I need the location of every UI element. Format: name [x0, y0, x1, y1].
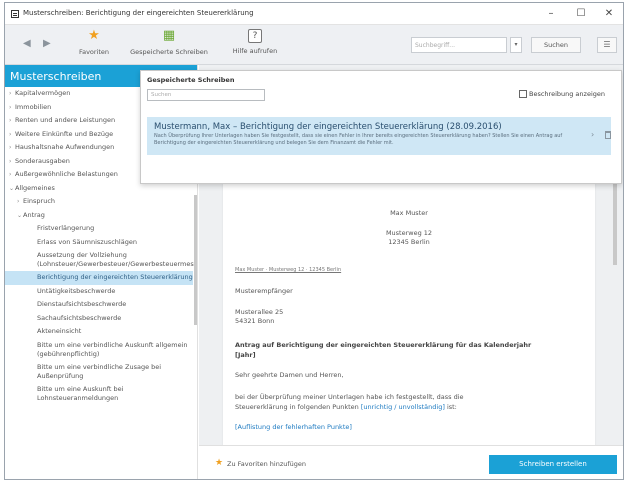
sidebar-item-label: Kapitalvermögen — [15, 89, 71, 97]
sidebar-item-label: Sachaufsichtsbeschwerde — [37, 313, 122, 322]
action-bar: ★ Zu Favoriten hinzufügen Schreiben erst… — [199, 445, 623, 479]
add-to-favorites-link[interactable]: Zu Favoriten hinzufügen — [227, 460, 306, 468]
subject-year: [Jahr] — [235, 351, 256, 359]
sidebar-item[interactable]: Dienstaufsichtsbeschwerde — [5, 298, 197, 312]
sidebar-item-label: Aussetzung der Vollziehung (Lohnsteuer/G… — [37, 251, 198, 268]
return-address-line: Max Muster · Musterweg 12 · 12345 Berlin — [235, 267, 342, 273]
star-icon: ★ — [88, 28, 100, 43]
sidebar-item[interactable]: Aussetzung der Vollziehung (Lohnsteuer/G… — [5, 249, 197, 271]
saved-letter-description: Nach Überprüfung Ihrer Unterlagen haben … — [154, 133, 563, 146]
chevron-right-icon[interactable]: › — [591, 130, 594, 139]
sidebar-item[interactable]: ⌄ Antrag — [5, 209, 197, 223]
window-title: Musterschreiben: Berichtigung der einger… — [23, 9, 254, 17]
back-arrow-icon[interactable]: ◀ — [23, 38, 31, 49]
sidebar-item-label: Außergewöhnliche Belastungen — [15, 170, 118, 178]
sidebar-item-label: Dienstaufsichtsbeschwerde — [37, 300, 127, 308]
greeting: Sehr geehrte Damen und Herren, — [235, 371, 344, 379]
body-line-2: Steuererklärung in folgenden Punkten [un… — [235, 403, 457, 411]
menu-icon[interactable]: ☰ — [597, 37, 617, 53]
sidebar-item-label: Bitte um eine Auskunft bei Lohnsteueranm… — [37, 384, 124, 402]
toolbar: ◀ ▶ ★ Favoriten ▦ Gespeicherte Schreiben… — [5, 25, 623, 65]
sidebar-item-label: Immobilien — [15, 102, 52, 111]
close-button[interactable]: ✕ — [597, 6, 621, 22]
search-button[interactable]: Suchen — [531, 37, 581, 53]
sidebar-item[interactable]: Akteneinsicht — [5, 325, 197, 339]
app-icon — [11, 10, 19, 18]
sidebar-item-label: Berichtigung der eingereichten Steuererk… — [37, 273, 193, 281]
sidebar-item[interactable]: Berichtigung der eingereichten Steuererk… — [5, 271, 193, 285]
sidebar-item-label: Akteneinsicht — [37, 327, 82, 335]
recipient-name: Musterempfänger — [235, 287, 293, 295]
chevron-right-icon[interactable]: › — [9, 141, 11, 155]
saved-letter-entry[interactable]: Mustermann, Max – Berichtigung der einge… — [147, 117, 611, 155]
sidebar-item[interactable]: › Einspruch — [5, 195, 197, 209]
sidebar-item[interactable]: Bitte um eine verbindliche Auskunft allg… — [5, 339, 197, 361]
popup-search-input[interactable]: Suchen — [147, 89, 265, 101]
chevron-right-icon[interactable]: › — [9, 101, 11, 115]
sidebar-item-label: Bitte um eine verbindliche Auskunft allg… — [37, 340, 188, 358]
search-input[interactable]: Suchbegriff... — [411, 37, 507, 53]
chevron-down-icon[interactable]: ⌄ — [9, 182, 14, 196]
show-description-label: Beschreibung anzeigen — [529, 90, 605, 98]
sidebar-item-label: Allgemeines — [15, 183, 55, 192]
sender-city: 12345 Berlin — [388, 238, 430, 246]
body-line-2-text: Steuererklärung in folgenden Punkten — [235, 403, 361, 411]
sidebar-item[interactable]: Erlass von Säumniszuschlägen — [5, 236, 197, 250]
body-line-2-end: ist: — [444, 403, 457, 411]
sidebar-item-label: Haushaltsnahe Aufwendungen — [15, 143, 115, 151]
chevron-down-icon[interactable]: ▾ — [510, 37, 522, 53]
sidebar-item-label: Erlass von Säumniszuschlägen — [37, 237, 137, 246]
placeholder-link[interactable]: [unrichtig / unvollständig] — [361, 403, 445, 411]
favorites-label: Favoriten — [78, 48, 110, 56]
saved-letter-title: Mustermann, Max – Berichtigung der einge… — [154, 122, 502, 132]
grid-icon: ▦ — [162, 28, 176, 43]
favorites-button[interactable]: ★ Favoriten — [67, 28, 121, 56]
sidebar-item-label: Weitere Einkünfte und Bezüge — [15, 129, 114, 138]
chevron-right-icon[interactable]: › — [9, 155, 11, 169]
sender-street: Musterweg 12 — [385, 229, 433, 237]
trash-icon[interactable] — [605, 131, 611, 139]
title-bar: Musterschreiben: Berichtigung der einger… — [5, 3, 623, 25]
sidebar-item[interactable]: Sachaufsichtsbeschwerde — [5, 312, 197, 326]
chevron-right-icon[interactable]: › — [9, 168, 11, 182]
subject-line: Antrag auf Berichtigung der eingereichte… — [235, 341, 532, 349]
sidebar-item-label: Antrag — [23, 210, 45, 219]
maximize-button[interactable]: ☐ — [569, 6, 593, 22]
chevron-down-icon[interactable]: ⌄ — [17, 209, 22, 223]
recipient-city: 54321 Bonn — [235, 317, 275, 325]
star-icon: ★ — [215, 458, 224, 468]
sidebar-scrollbar[interactable] — [194, 195, 197, 325]
chevron-right-icon[interactable]: › — [17, 195, 19, 209]
saved-letters-label: Gespeicherte Schreiben — [130, 48, 208, 56]
body-line-1: bei der Überprüfung meiner Unterlagen ha… — [235, 393, 464, 401]
recipient-street: Musterallee 25 — [235, 308, 284, 316]
sidebar-item-label: Renten und andere Leistungen — [15, 116, 116, 124]
help-icon: ? — [248, 29, 262, 43]
sidebar-item-label: Sonderausgaben — [15, 156, 70, 165]
error-list-link[interactable]: [Auflistung der fehlerhaften Punkte] — [235, 423, 352, 431]
saved-letters-popup: Gespeicherte Schreiben Suchen Beschreibu… — [140, 70, 622, 184]
app-window: Musterschreiben: Berichtigung der einger… — [4, 2, 624, 480]
popup-title: Gespeicherte Schreiben — [147, 76, 235, 84]
sidebar-item-label: Bitte um eine verbindliche Zusage bei Au… — [37, 362, 162, 380]
chevron-right-icon[interactable]: › — [9, 128, 11, 142]
sidebar-item[interactable]: Fristverlängerung — [5, 222, 197, 236]
show-description-checkbox[interactable] — [519, 90, 527, 98]
forward-arrow-icon[interactable]: ▶ — [43, 38, 51, 49]
sidebar-item-label: Untätigkeitsbeschwerde — [37, 286, 116, 295]
minimize-button[interactable]: – — [539, 6, 563, 22]
chevron-right-icon[interactable]: › — [9, 87, 11, 101]
saved-letters-button[interactable]: ▦ Gespeicherte Schreiben — [129, 28, 209, 56]
sidebar-item-label: Fristverlängerung — [37, 224, 95, 232]
sidebar-item[interactable]: Untätigkeitsbeschwerde — [5, 285, 197, 299]
sender-name: Max Muster — [390, 209, 428, 217]
help-button[interactable]: ? Hilfe aufrufen — [227, 28, 283, 55]
help-label: Hilfe aufrufen — [232, 47, 278, 55]
create-letter-button[interactable]: Schreiben erstellen — [489, 455, 617, 474]
chevron-right-icon[interactable]: › — [9, 114, 11, 128]
sidebar-item[interactable]: Bitte um eine Auskunft bei Lohnsteueranm… — [5, 383, 197, 405]
sidebar-item-label: Einspruch — [23, 197, 56, 205]
sidebar-item[interactable]: Bitte um eine verbindliche Zusage bei Au… — [5, 361, 197, 383]
